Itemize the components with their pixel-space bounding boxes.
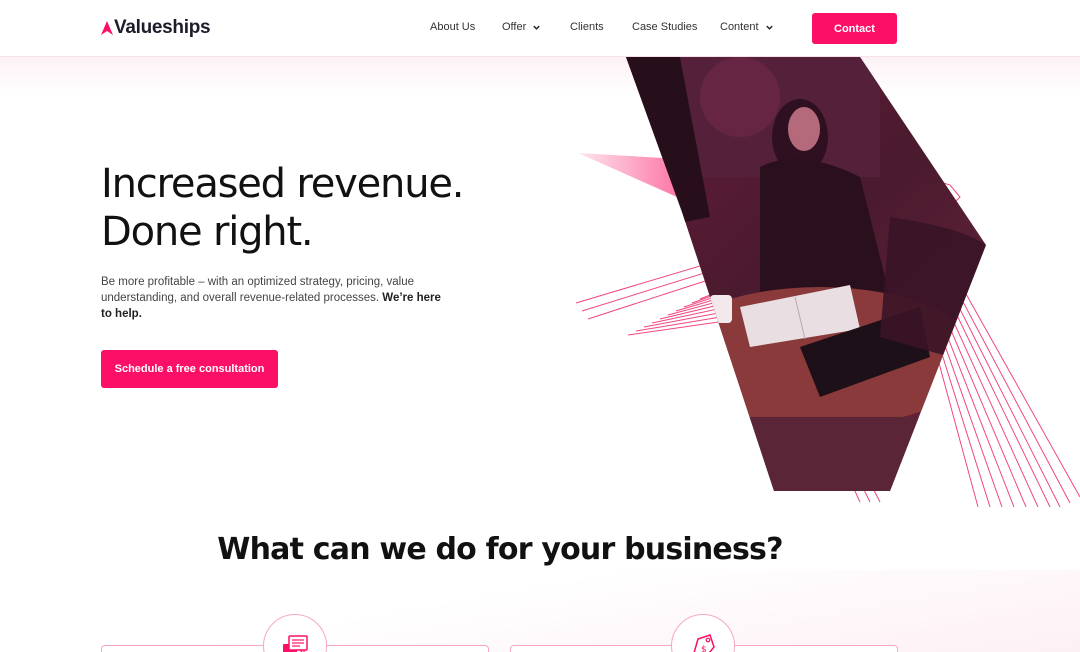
section-background-wash (0, 570, 1080, 652)
hero-headline-line2: Done right. (101, 209, 314, 255)
nav-case-studies-label: Case Studies (632, 21, 698, 33)
team-photo (626, 57, 986, 491)
hero-headline: Increased revenue. Done right. (101, 160, 464, 256)
nav-content-label: Content (720, 21, 759, 33)
hero-image (575, 57, 1080, 507)
chevron-down-icon (765, 25, 773, 30)
schedule-consultation-button[interactable]: Schedule a free consultation (101, 350, 278, 388)
nav-case-studies[interactable]: Case Studies (632, 21, 697, 33)
hero-subtext-body: Be more profitable – with an optimized s… (101, 276, 414, 304)
contact-button[interactable]: Contact (812, 13, 897, 44)
nav-content[interactable]: Content (720, 21, 774, 33)
logo[interactable]: Valueships (101, 17, 211, 39)
nav-about-us-label: About Us (430, 21, 476, 33)
nav-offer[interactable]: Offer (502, 21, 541, 33)
services-title: What can we do for your business? (217, 532, 783, 567)
nav-clients-label: Clients (570, 21, 604, 33)
site-header: Valueships About Us Offer Clients Case S… (0, 0, 1080, 57)
hero-subtext: Be more profitable – with an optimized s… (101, 274, 451, 322)
logo-triangle-icon (101, 21, 113, 35)
logo-text: Valueships (114, 17, 211, 38)
chat-bubbles-icon (283, 635, 308, 652)
nav-clients[interactable]: Clients (570, 21, 604, 33)
svg-text:$: $ (701, 645, 707, 652)
nav-about-us[interactable]: About Us (430, 21, 475, 33)
chevron-down-icon (533, 25, 540, 30)
hero-headline-line1: Increased revenue. (101, 161, 464, 207)
price-tag-icon: $ (693, 634, 715, 652)
nav-offer-label: Offer (502, 21, 527, 33)
